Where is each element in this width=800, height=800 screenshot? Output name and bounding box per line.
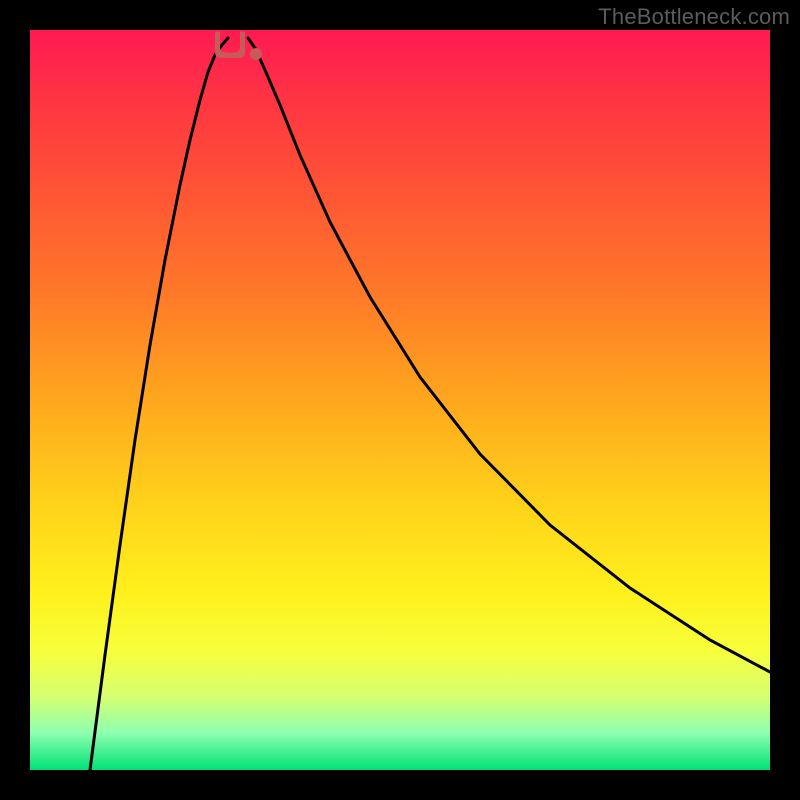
curves-svg bbox=[30, 30, 770, 770]
watermark-text: TheBottleneck.com bbox=[598, 4, 790, 30]
valley-dot bbox=[250, 48, 262, 60]
plot-area bbox=[30, 30, 770, 770]
chart-frame: TheBottleneck.com bbox=[0, 0, 800, 800]
right-curve bbox=[248, 38, 770, 672]
valley-u-marker bbox=[215, 31, 245, 58]
left-curve bbox=[90, 38, 228, 770]
